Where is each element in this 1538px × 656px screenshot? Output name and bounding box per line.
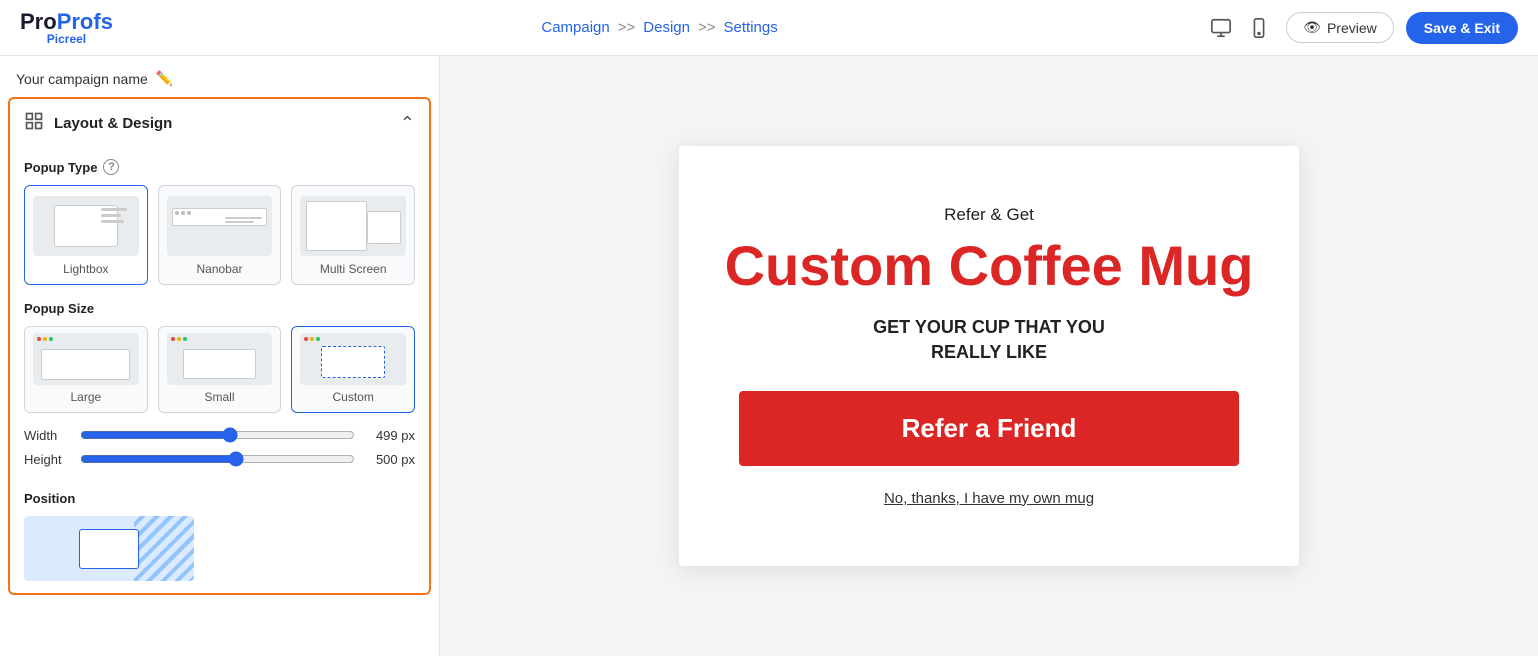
refer-friend-button[interactable]: Refer a Friend: [739, 391, 1239, 466]
height-slider[interactable]: [80, 451, 355, 467]
eye-icon: 👁: [1303, 19, 1321, 36]
campaign-name-row: Your campaign name ✏️: [0, 56, 439, 97]
popup-size-label: Popup Size: [24, 301, 415, 316]
section-title: Layout & Design: [54, 115, 172, 132]
popup-type-section: Popup Type ? Lig: [10, 147, 429, 297]
popup-type-lightbox[interactable]: Lightbox: [24, 185, 148, 285]
nav-arrow-2: >>: [698, 19, 716, 36]
multiscreen-side: [367, 211, 401, 244]
position-stripe: [134, 516, 194, 581]
popup-type-nanobar[interactable]: Nanobar: [158, 185, 282, 285]
layout-icon: [24, 111, 44, 135]
popup-divider-row: REALLY LIKE: [919, 342, 1059, 363]
popup-type-grid: Lightbox: [24, 185, 415, 285]
section-header-left: Layout & Design: [24, 111, 172, 135]
preview-label: Preview: [1327, 20, 1377, 36]
multiscreen-label: Multi Screen: [320, 262, 387, 276]
logo-text: ProProfs: [20, 11, 113, 33]
size-small-inner: [183, 349, 257, 379]
width-slider-row: Width 499 px: [24, 427, 415, 443]
campaign-name-text: Your campaign name: [16, 71, 148, 87]
logo-picreel: Picreel: [20, 33, 113, 45]
size-large-label: Large: [70, 390, 101, 404]
popup-subtitle-line1: GET YOUR CUP THAT YOU: [873, 317, 1105, 338]
size-custom-label: Custom: [333, 390, 374, 404]
mobile-icon[interactable]: [1244, 13, 1274, 43]
chevron-up-icon[interactable]: ⌃: [400, 113, 415, 134]
popup-preview: Refer & Get Custom Coffee Mug GET YOUR C…: [679, 146, 1299, 566]
popup-type-multiscreen[interactable]: Multi Screen: [291, 185, 415, 285]
nav-settings[interactable]: Settings: [724, 19, 778, 36]
logo: ProProfs Picreel: [20, 11, 113, 45]
size-custom-dots: [300, 333, 406, 345]
lightbox-label: Lightbox: [63, 262, 108, 276]
desktop-icon[interactable]: [1206, 13, 1236, 43]
size-grid: Large Small: [24, 326, 415, 413]
position-label: Position: [24, 491, 415, 506]
section-header[interactable]: Layout & Design ⌃: [10, 99, 429, 147]
size-large-preview: [33, 333, 139, 385]
position-visual: [24, 516, 194, 581]
size-large[interactable]: Large: [24, 326, 148, 413]
width-value: 499 px: [365, 428, 415, 443]
height-label: Height: [24, 452, 70, 467]
size-large-dots: [33, 333, 139, 345]
width-label: Width: [24, 428, 70, 443]
popup-size-section: Popup Size Large: [10, 297, 429, 487]
popup-type-label: Popup Type ?: [24, 159, 415, 175]
popup-refer-text: Refer & Get: [944, 205, 1034, 225]
width-slider[interactable]: [80, 427, 355, 443]
size-small-preview: [167, 333, 273, 385]
popup-type-help-icon[interactable]: ?: [103, 159, 119, 175]
sidebar: Your campaign name ✏️ Layout & Design ⌃ …: [0, 56, 440, 656]
nav-campaign[interactable]: Campaign: [541, 19, 609, 36]
nav-arrow-1: >>: [618, 19, 636, 36]
size-custom-preview: [300, 333, 406, 385]
nanobar-lines: [225, 217, 262, 225]
size-custom-inner: [321, 346, 384, 378]
main-layout: Your campaign name ✏️ Layout & Design ⌃ …: [0, 56, 1538, 656]
nanobar-preview: [167, 196, 273, 256]
multiscreen-main: [306, 201, 367, 251]
size-large-inner: [41, 349, 130, 380]
position-section: Position: [10, 487, 429, 593]
header-right: 👁 Preview Save & Exit: [1206, 12, 1518, 44]
multiscreen-preview: [300, 196, 406, 256]
logo-profs: Profs: [57, 9, 113, 34]
size-small-dots: [167, 333, 273, 345]
breadcrumb-nav: Campaign >> Design >> Settings: [541, 19, 777, 36]
size-custom[interactable]: Custom: [291, 326, 415, 413]
popup-title: Custom Coffee Mug: [725, 235, 1254, 297]
save-exit-button[interactable]: Save & Exit: [1406, 12, 1518, 44]
popup-subtitle-line2: REALLY LIKE: [931, 342, 1047, 363]
preview-area: Refer & Get Custom Coffee Mug GET YOUR C…: [440, 56, 1538, 656]
edit-campaign-name-icon[interactable]: ✏️: [156, 70, 173, 87]
lightbox-lines: [101, 208, 131, 223]
logo-pro: Pro: [20, 9, 57, 34]
layout-design-section: Layout & Design ⌃ Popup Type ?: [8, 97, 431, 595]
position-center[interactable]: [79, 529, 139, 569]
nav-design[interactable]: Design: [643, 19, 690, 36]
nanobar-label: Nanobar: [196, 262, 242, 276]
header: ProProfs Picreel Campaign >> Design >> S…: [0, 0, 1538, 56]
height-slider-row: Height 500 px: [24, 451, 415, 467]
lightbox-preview: [33, 196, 139, 256]
height-value: 500 px: [365, 452, 415, 467]
device-toggle: [1206, 13, 1274, 43]
popup-decline-link[interactable]: No, thanks, I have my own mug: [884, 490, 1094, 507]
size-small-label: Small: [205, 390, 235, 404]
preview-button[interactable]: 👁 Preview: [1286, 12, 1394, 43]
nanobar-dots: [175, 211, 191, 215]
size-small[interactable]: Small: [158, 326, 282, 413]
